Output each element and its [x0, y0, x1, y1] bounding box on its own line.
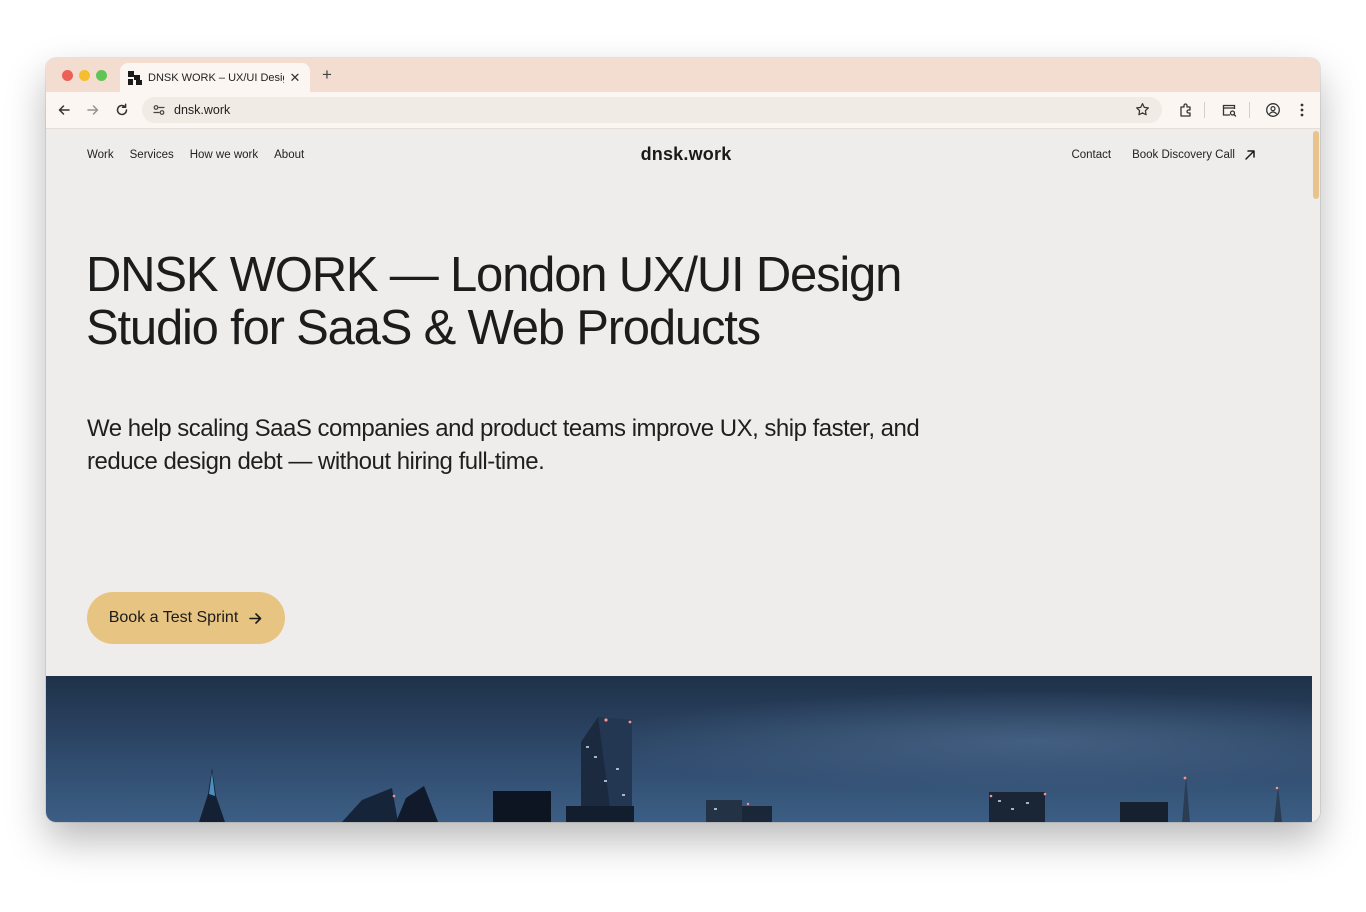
url-text: dnsk.work: [174, 103, 231, 117]
hero-title: DNSK WORK — London UX/UI Design Studio f…: [86, 248, 902, 355]
tab-title: DNSK WORK – UX/UI Design: [148, 71, 284, 84]
city-skyline-hero-image: [46, 676, 1312, 822]
maximize-window-button[interactable]: [96, 70, 107, 81]
browser-toolbar: dnsk.work: [46, 92, 1320, 129]
star-icon[interactable]: [1135, 102, 1150, 122]
right-arrow-icon: [248, 611, 263, 626]
browser-tab-active[interactable]: DNSK WORK – UX/UI Design ✕: [120, 63, 310, 92]
hero-subtitle: We help scaling SaaS companies and produ…: [87, 415, 920, 475]
minimize-window-button[interactable]: [79, 70, 90, 81]
new-tab-button[interactable]: +: [318, 65, 336, 85]
site-settings-icon[interactable]: [152, 103, 166, 122]
tab-close-icon[interactable]: ✕: [288, 70, 302, 86]
extensions-icon[interactable]: [1176, 100, 1196, 120]
scrollbar-thumb[interactable]: [1313, 131, 1319, 199]
cta-label: Book a Test Sprint: [108, 609, 239, 626]
address-bar[interactable]: dnsk.work: [142, 97, 1162, 123]
book-discovery-call-link[interactable]: Book Discovery Call: [1132, 149, 1235, 161]
secondary-nav: Contact Book Discovery Call: [1071, 149, 1256, 161]
toolbar-divider: [1249, 102, 1250, 118]
back-arrow-icon[interactable]: [54, 100, 74, 120]
forward-arrow-icon[interactable]: [83, 100, 103, 120]
north-east-arrow-icon[interactable]: [1244, 149, 1256, 161]
toolbar-divider: [1204, 102, 1205, 118]
menu-icon[interactable]: [1292, 100, 1312, 120]
site-favicon-icon: [128, 70, 142, 85]
book-test-sprint-button[interactable]: Book a Test Sprint: [87, 592, 285, 644]
tab-strip: DNSK WORK – UX/UI Design ✕ +: [46, 58, 1320, 92]
profile-icon[interactable]: [1263, 100, 1283, 120]
nav-link-contact[interactable]: Contact: [1071, 149, 1111, 161]
page-scrollbar[interactable]: [1312, 129, 1320, 822]
tab-search-icon[interactable]: [1219, 100, 1239, 120]
close-window-button[interactable]: [62, 70, 73, 81]
reload-icon[interactable]: [112, 100, 132, 120]
browser-window: DNSK WORK – UX/UI Design ✕ + dnsk.work W…: [46, 58, 1320, 822]
web-page: Work Services How we work About dnsk.wor…: [46, 129, 1312, 822]
